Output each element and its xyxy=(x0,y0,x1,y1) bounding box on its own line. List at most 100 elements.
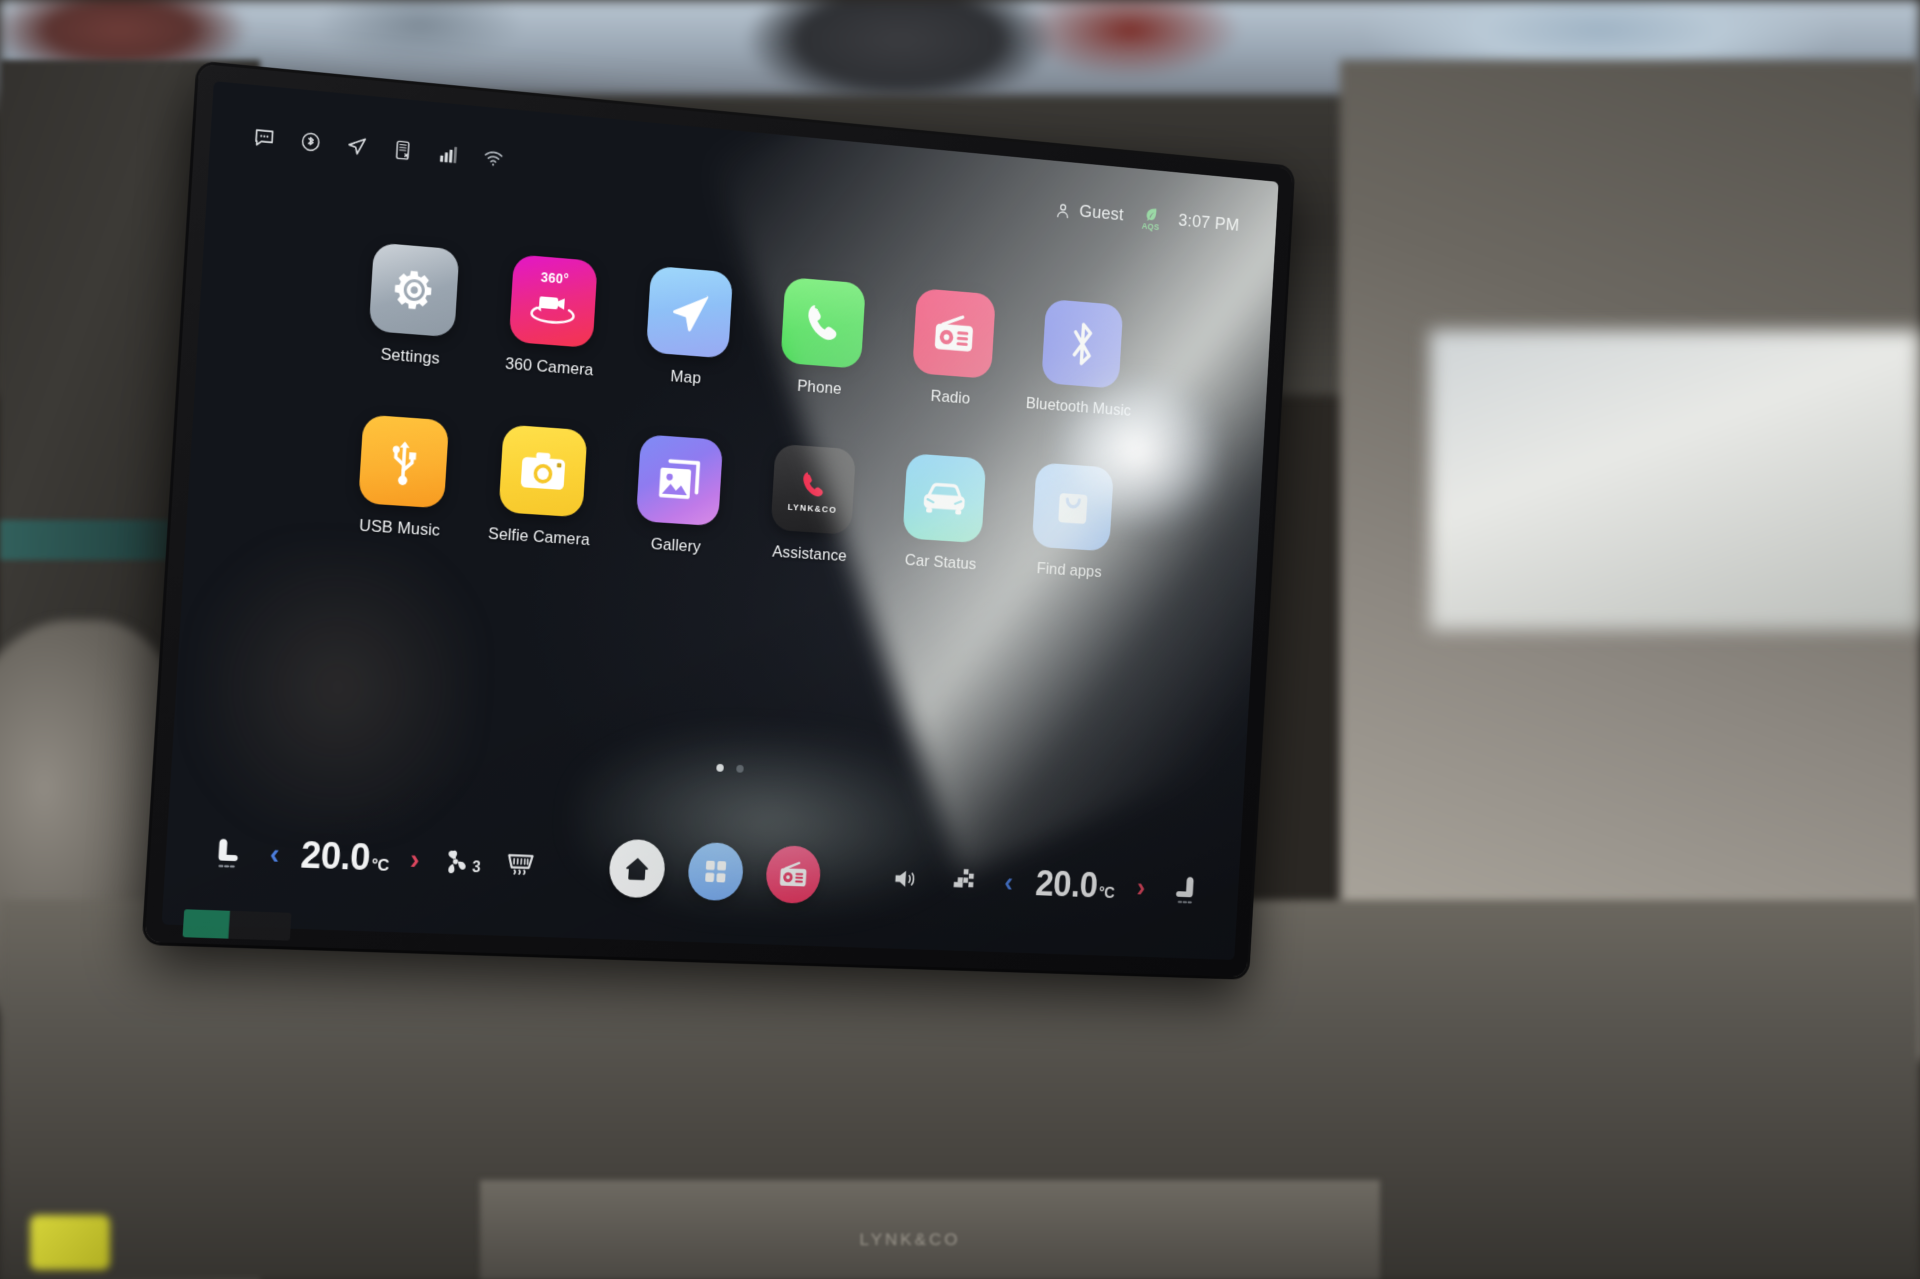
status-bar-left-icons xyxy=(210,122,504,170)
radio-icon xyxy=(934,311,974,352)
app-label: Settings xyxy=(380,344,441,368)
app-usb-music[interactable]: USB Music xyxy=(328,412,476,542)
driver-seat-heater-button[interactable] xyxy=(206,829,250,876)
find-apps-tile[interactable] xyxy=(1031,462,1114,552)
status-bar-right: Guest AQS 3:07 PM xyxy=(1054,197,1276,242)
app-gallery[interactable]: Gallery xyxy=(607,432,749,559)
passenger-seat-heater-button[interactable] xyxy=(1166,868,1204,912)
grid-icon xyxy=(705,860,727,883)
yellow-tag xyxy=(30,1215,110,1270)
bezel-indicator-strip xyxy=(182,909,292,941)
radio-tile[interactable] xyxy=(912,287,996,379)
map-tile[interactable] xyxy=(645,265,734,359)
navigation-arrow-icon[interactable] xyxy=(346,134,368,158)
selfie-camera-tile[interactable] xyxy=(498,424,588,518)
fan-icon xyxy=(448,850,466,874)
fan-level: 3 xyxy=(471,859,482,877)
app-label: Car Status xyxy=(904,550,977,574)
seat-ventilation-icon xyxy=(953,869,974,888)
app-grid: Settings 360° 360 Camera Map Phone Radio… xyxy=(186,228,1270,591)
seat-heater-icon xyxy=(1172,876,1199,905)
phone-tile[interactable] xyxy=(780,276,866,369)
passenger-temp-value: 20.0 xyxy=(1034,863,1099,906)
app-find-apps[interactable]: Find apps xyxy=(1005,461,1139,584)
radio-button[interactable] xyxy=(765,844,823,905)
app-label: Assistance xyxy=(771,542,848,566)
app-label: USB Music xyxy=(358,515,441,540)
assistance-tile[interactable]: LYNK&CO xyxy=(770,443,857,535)
dock xyxy=(608,838,823,905)
windshield-defrost-icon xyxy=(504,850,537,879)
app-label: Phone xyxy=(796,376,843,398)
air-quality-indicator[interactable]: AQS xyxy=(1142,205,1161,232)
all-apps-button[interactable] xyxy=(687,841,746,902)
app-selfie-camera[interactable]: Selfie Camera xyxy=(469,422,614,551)
navigation-arrow-icon xyxy=(672,293,709,333)
app-phone[interactable]: Phone xyxy=(752,275,891,402)
seat-ventilation-button[interactable] xyxy=(946,863,983,898)
bottom-control-bar: ‹ 20.0 °C › 3 ‹ 20.0 °C › xyxy=(163,804,1240,934)
app-car-status[interactable]: Car Status xyxy=(875,451,1012,576)
settings-tile[interactable] xyxy=(368,242,460,338)
app-map[interactable]: Map xyxy=(617,263,759,392)
app-label: 360 Camera xyxy=(504,354,594,380)
person-icon xyxy=(1055,201,1072,220)
app-label: Selfie Camera xyxy=(487,524,591,550)
radio-icon xyxy=(780,860,807,887)
driver-temperature: 20.0 °C xyxy=(300,834,391,880)
shopping-bag-icon xyxy=(1058,483,1088,525)
camera-360-tile[interactable]: 360° xyxy=(508,254,598,349)
seat-heater-icon xyxy=(212,838,239,870)
clock: 3:07 PM xyxy=(1177,210,1240,236)
passenger-temp-decrease[interactable]: ‹ xyxy=(1003,867,1013,898)
camera-360-icon xyxy=(527,296,580,331)
fan-speed-control[interactable]: 3 xyxy=(440,846,482,877)
driver-temp-unit: °C xyxy=(370,854,390,875)
passenger-temp-increase[interactable]: › xyxy=(1136,872,1146,903)
page-dot-1[interactable] xyxy=(716,763,724,772)
app-bluetooth-music[interactable]: Bluetooth Music xyxy=(1014,297,1148,422)
windshield-defrost-button[interactable] xyxy=(501,847,540,882)
wifi-icon[interactable] xyxy=(482,147,504,170)
bluetooth-icon xyxy=(1062,318,1103,369)
app-label: Find apps xyxy=(1036,559,1103,581)
usb-tile[interactable] xyxy=(358,414,450,509)
passenger-climate-controls: ‹ 20.0 °C › xyxy=(887,856,1204,911)
photo-stack-icon xyxy=(658,456,703,500)
gear-icon xyxy=(393,269,433,311)
page-dot-2[interactable] xyxy=(736,764,744,773)
camera-icon xyxy=(520,452,566,490)
phone-handset-icon xyxy=(802,471,824,497)
gallery-tile[interactable] xyxy=(635,434,724,527)
user-profile[interactable]: Guest xyxy=(1055,199,1124,226)
app-assistance[interactable]: LYNK&CO Assistance xyxy=(742,442,881,568)
app-label: Bluetooth Music xyxy=(1025,393,1132,420)
driver-temp-decrease[interactable]: ‹ xyxy=(269,838,281,871)
app-360-camera[interactable]: 360° 360 Camera xyxy=(480,252,625,382)
page-indicator xyxy=(173,739,1244,796)
signal-bars-icon[interactable] xyxy=(437,143,459,166)
app-row-2: USB Music Selfie Camera Gallery LYNK&CO … xyxy=(328,412,1138,583)
passenger-temperature: 20.0 °C xyxy=(1034,864,1115,907)
home-button[interactable] xyxy=(608,838,667,899)
app-label: Map xyxy=(670,366,702,388)
phone-handset-icon xyxy=(807,304,838,341)
aqs-label: AQS xyxy=(1141,220,1160,232)
usb-icon xyxy=(382,435,425,489)
leaf-icon xyxy=(1144,205,1159,222)
bluetooth-tile[interactable] xyxy=(1041,298,1124,389)
infotainment-bezel: Guest AQS 3:07 PM Settings 360° 360 Came… xyxy=(144,63,1293,977)
car-status-tile[interactable] xyxy=(902,453,987,544)
app-settings[interactable]: Settings xyxy=(339,240,487,372)
bluetooth-icon[interactable] xyxy=(299,130,322,154)
volume-button[interactable] xyxy=(888,861,925,896)
infotainment-screen[interactable]: Guest AQS 3:07 PM Settings 360° 360 Came… xyxy=(161,81,1279,960)
home-icon xyxy=(626,857,650,881)
sim-card-icon[interactable] xyxy=(392,139,414,162)
app-label: Radio xyxy=(930,386,971,408)
message-icon[interactable] xyxy=(253,126,276,150)
driver-temp-value: 20.0 xyxy=(299,834,372,879)
app-radio[interactable]: Radio xyxy=(885,286,1021,412)
360-badge: 360° xyxy=(540,269,570,287)
driver-temp-increase[interactable]: › xyxy=(409,843,420,876)
